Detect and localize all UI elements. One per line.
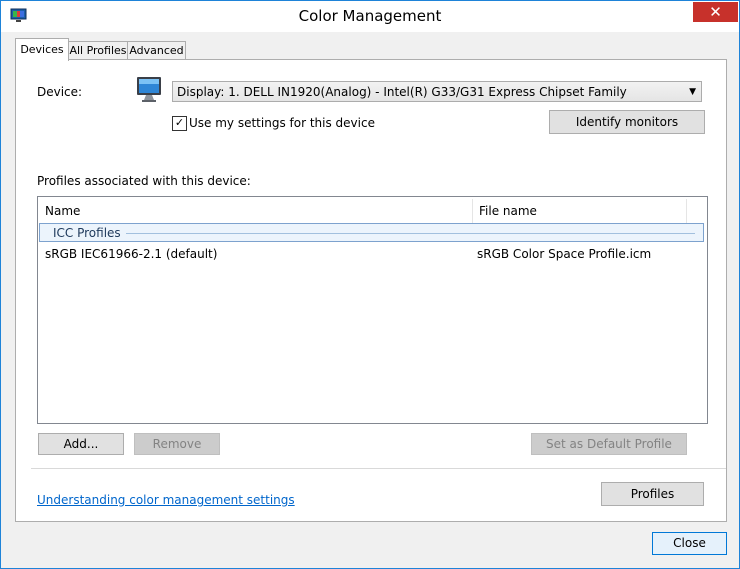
add-profile-button[interactable]: Add... [38, 433, 124, 455]
column-header-file-name[interactable]: File name [473, 199, 687, 223]
device-dropdown-value: Display: 1. DELL IN1920(Analog) - Intel(… [177, 85, 627, 99]
divider [31, 468, 726, 469]
title-bar: Color Management ✕ [1, 1, 739, 32]
use-my-settings-label: Use my settings for this device [189, 116, 375, 130]
device-label: Device: [37, 85, 83, 99]
remove-profile-button[interactable]: Remove [134, 433, 220, 455]
close-window-button[interactable]: ✕ [693, 2, 738, 22]
tab-devices[interactable]: Devices [15, 38, 69, 61]
devices-panel: Device: Display: 1. DELL IN1920(Analog) … [15, 59, 727, 522]
tab-advanced[interactable]: Advanced [127, 41, 186, 60]
chevron-down-icon: ▼ [689, 87, 696, 97]
group-divider [126, 233, 695, 234]
column-header-name[interactable]: Name [39, 199, 473, 223]
identify-monitors-button[interactable]: Identify monitors [549, 110, 705, 134]
group-label: ICC Profiles [53, 226, 121, 240]
profile-name-cell[interactable]: sRGB IEC61966-2.1 (default) [45, 247, 217, 261]
group-header-icc-profiles[interactable]: ICC Profiles [39, 223, 704, 242]
profiles-section-label: Profiles associated with this device: [37, 174, 251, 188]
device-dropdown[interactable]: Display: 1. DELL IN1920(Analog) - Intel(… [172, 81, 702, 102]
use-my-settings-checkbox[interactable]: ✓ [172, 116, 187, 131]
profiles-button[interactable]: Profiles [601, 482, 704, 506]
close-button[interactable]: Close [652, 532, 727, 555]
set-default-profile-button[interactable]: Set as Default Profile [531, 433, 687, 455]
profiles-list[interactable]: Name File name ICC Profiles sRGB IEC6196… [37, 196, 708, 424]
color-management-window: Color Management ✕ Devices All Profiles … [0, 0, 740, 569]
tab-all-profiles[interactable]: All Profiles [67, 41, 129, 60]
help-link[interactable]: Understanding color management settings [37, 493, 295, 507]
profile-file-cell[interactable]: sRGB Color Space Profile.icm [477, 247, 651, 261]
monitor-icon [137, 77, 161, 102]
window-title: Color Management [298, 7, 442, 25]
